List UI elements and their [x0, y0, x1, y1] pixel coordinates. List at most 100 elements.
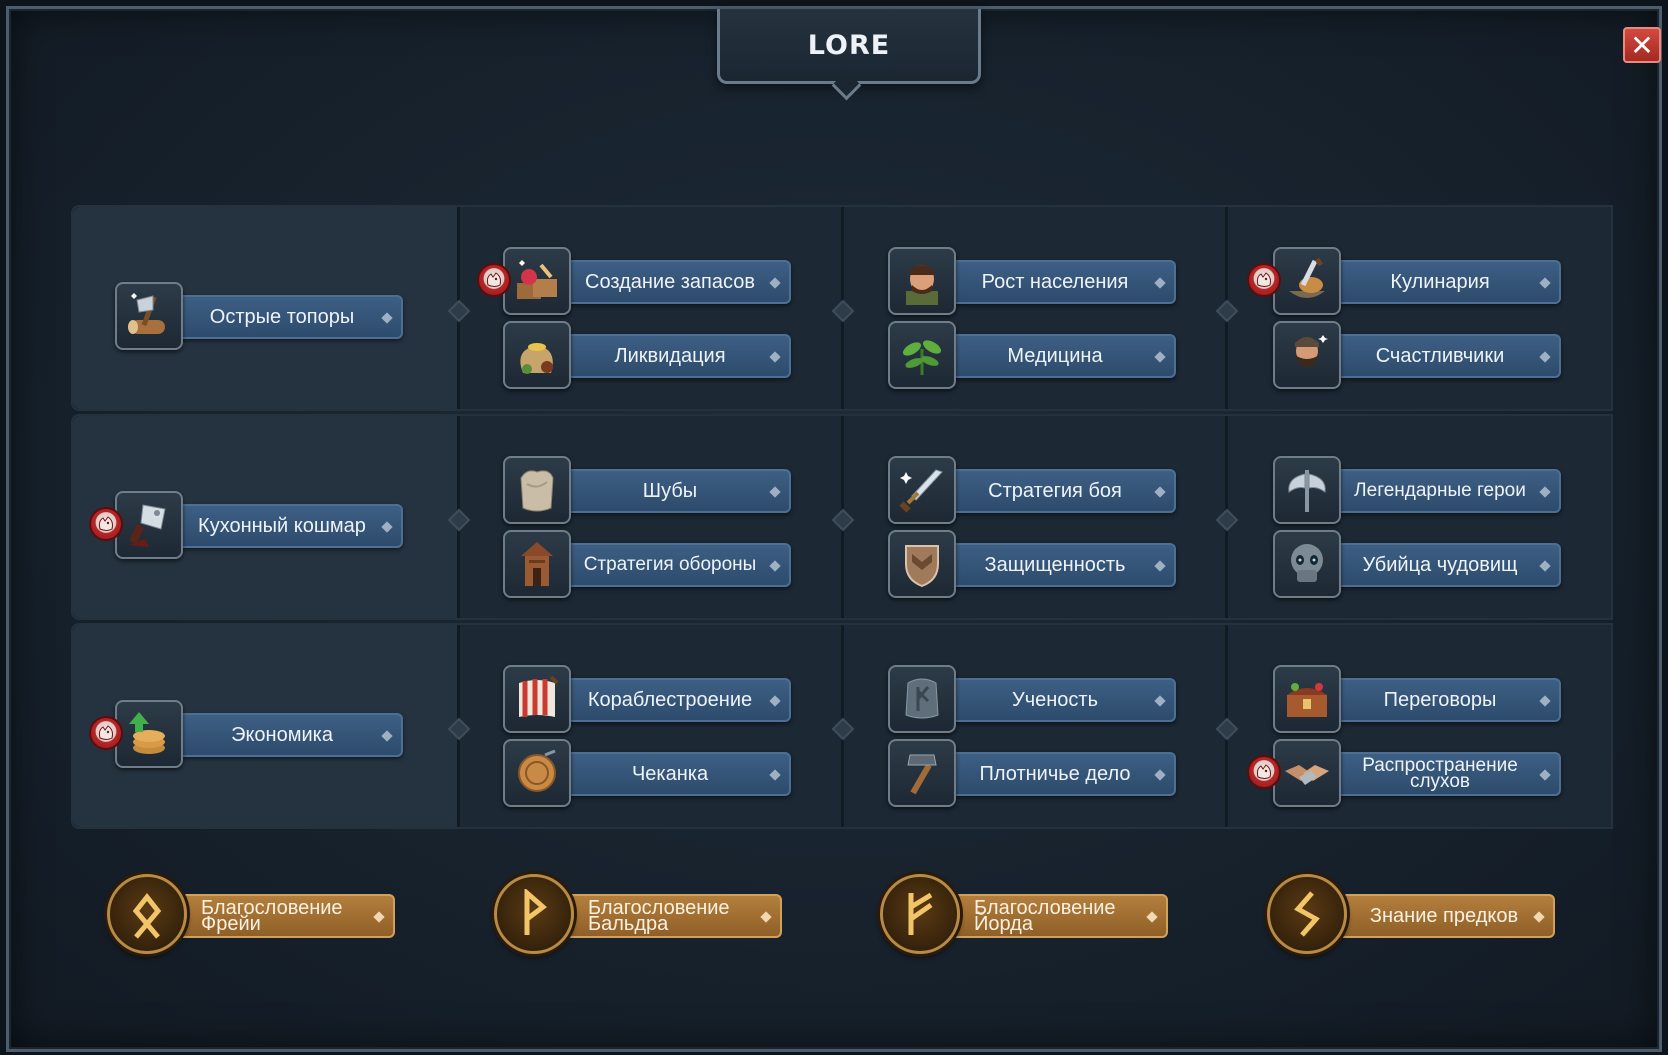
- lore-node-label[interactable]: Стратегия боя: [948, 469, 1176, 513]
- lore-node-text: Распространение слухов: [1362, 755, 1518, 792]
- lore-node[interactable]: Чеканка: [503, 739, 793, 809]
- sack-icon[interactable]: [503, 321, 571, 389]
- lore-node-label[interactable]: Ликвидация: [563, 334, 791, 378]
- plate-diamond: [1539, 769, 1551, 781]
- coins-up-icon[interactable]: [115, 700, 183, 768]
- coin-icon[interactable]: [503, 739, 571, 807]
- connector-diamond: [1215, 508, 1239, 532]
- lore-node-text: Стратегия боя: [988, 480, 1122, 502]
- lore-node-label[interactable]: Чеканка: [563, 752, 791, 796]
- blessing-node[interactable]: Благословение Бальдра: [494, 874, 794, 962]
- lore-node-text: Переговоры: [1383, 689, 1497, 711]
- lore-node-label[interactable]: Распространение слухов: [1333, 752, 1561, 796]
- lore-node-label[interactable]: Ученость: [948, 678, 1176, 722]
- plate-diamond: [760, 911, 772, 923]
- plate-diamond: [1154, 277, 1166, 289]
- lore-window: LORE ✕ Острые топоры Создание запасов Ликв…: [6, 6, 1662, 1052]
- bearded-viking-icon[interactable]: [1273, 321, 1341, 389]
- lore-node-label[interactable]: Легендарные герои: [1333, 469, 1561, 513]
- blessing-node[interactable]: Благословение Фрейи: [107, 874, 407, 962]
- wolf-badge-icon: [1247, 263, 1281, 297]
- rune-othala-icon[interactable]: [107, 874, 187, 954]
- lore-node[interactable]: Ликвидация: [503, 321, 793, 391]
- chest-icon[interactable]: [1273, 665, 1341, 733]
- lore-node-label[interactable]: Плотничье дело: [948, 752, 1176, 796]
- blessing-label[interactable]: Знание предков: [1335, 894, 1555, 938]
- lore-node[interactable]: Легендарные герои: [1273, 456, 1563, 526]
- ship-sail-icon[interactable]: [503, 665, 571, 733]
- lore-node[interactable]: Счастливчики: [1273, 321, 1563, 391]
- skull-icon[interactable]: [1273, 530, 1341, 598]
- runestone-icon[interactable]: [888, 665, 956, 733]
- lore-node[interactable]: Рост населения: [888, 247, 1178, 317]
- lore-node[interactable]: Стратегия боя: [888, 456, 1178, 526]
- cooking-icon[interactable]: [1273, 247, 1341, 315]
- plate-diamond: [1539, 486, 1551, 498]
- lore-node-label[interactable]: Создание запасов: [563, 260, 791, 304]
- plate-diamond: [1539, 560, 1551, 572]
- plate-diamond: [381, 730, 393, 742]
- lore-node-label[interactable]: Шубы: [563, 469, 791, 513]
- lore-node[interactable]: Экономика: [89, 700, 405, 770]
- blessing-label[interactable]: Благословение Фрейи: [175, 894, 395, 938]
- lore-node[interactable]: Кулинария: [1247, 247, 1563, 317]
- lore-node-text: Легендарные герои: [1354, 480, 1526, 501]
- close-button[interactable]: ✕: [1623, 27, 1661, 63]
- rune-sowilo-icon[interactable]: [1267, 874, 1347, 954]
- lore-node-label[interactable]: Кухонный кошмар: [175, 504, 403, 548]
- lore-node[interactable]: Переговоры: [1273, 665, 1563, 735]
- lore-node-text: Шубы: [642, 480, 698, 502]
- lore-node[interactable]: Создание запасов: [477, 247, 793, 317]
- lore-node-text: Счастливчики: [1375, 345, 1505, 367]
- rune-fehu-icon[interactable]: [880, 874, 960, 954]
- lore-node-text: Экономика: [231, 724, 333, 746]
- blessing-label[interactable]: Благословение Йорда: [948, 894, 1168, 938]
- lore-node[interactable]: Острые топоры: [115, 282, 405, 352]
- lore-node[interactable]: Распространение слухов: [1247, 739, 1563, 809]
- hammer-icon[interactable]: [888, 739, 956, 807]
- villager-icon[interactable]: [888, 247, 956, 315]
- wolf-badge-icon: [89, 507, 123, 541]
- lore-node-label[interactable]: Медицина: [948, 334, 1176, 378]
- axe-log-icon[interactable]: [115, 282, 183, 350]
- lore-node[interactable]: Защищенность: [888, 530, 1178, 600]
- lore-node[interactable]: Убийца чудовищ: [1273, 530, 1563, 600]
- plate-diamond: [1154, 351, 1166, 363]
- lore-node-label[interactable]: Счастливчики: [1333, 334, 1561, 378]
- lore-node-text: Чеканка: [631, 763, 709, 785]
- shield-icon[interactable]: [888, 530, 956, 598]
- lore-node[interactable]: Кораблестроение: [503, 665, 793, 735]
- lore-node-label[interactable]: Кораблестроение: [563, 678, 791, 722]
- rune-wunjo-icon[interactable]: [494, 874, 574, 954]
- blessing-node[interactable]: Благословение Йорда: [880, 874, 1180, 962]
- fur-icon[interactable]: [503, 456, 571, 524]
- lore-node[interactable]: Стратегия обороны: [503, 530, 793, 600]
- blessing-node[interactable]: Знание предков: [1267, 874, 1567, 962]
- lore-node-label[interactable]: Рост населения: [948, 260, 1176, 304]
- lore-node-label[interactable]: Экономика: [175, 713, 403, 757]
- blessing-label[interactable]: Благословение Бальдра: [562, 894, 782, 938]
- plate-diamond: [769, 560, 781, 572]
- double-axe-icon[interactable]: [1273, 456, 1341, 524]
- lore-node[interactable]: Ученость: [888, 665, 1178, 735]
- handshake-icon[interactable]: [1273, 739, 1341, 807]
- wolf-badge-icon: [1247, 755, 1281, 789]
- lore-node[interactable]: Плотничье дело: [888, 739, 1178, 809]
- blessing-text: Благословение Фрейи: [201, 897, 343, 935]
- tower-icon[interactable]: [503, 530, 571, 598]
- lore-node[interactable]: Кухонный кошмар: [89, 491, 405, 561]
- lore-node-label[interactable]: Переговоры: [1333, 678, 1561, 722]
- lore-node[interactable]: Медицина: [888, 321, 1178, 391]
- supplies-icon[interactable]: [503, 247, 571, 315]
- lore-node-label[interactable]: Защищенность: [948, 543, 1176, 587]
- lore-node-label[interactable]: Острые топоры: [175, 295, 403, 339]
- lore-node-label[interactable]: Убийца чудовищ: [1333, 543, 1561, 587]
- lore-node-label[interactable]: Стратегия обороны: [563, 543, 791, 587]
- plate-diamond: [1154, 486, 1166, 498]
- lore-node-label[interactable]: Кулинария: [1333, 260, 1561, 304]
- lore-node[interactable]: Шубы: [503, 456, 793, 526]
- herb-icon[interactable]: [888, 321, 956, 389]
- lore-node-text: Кораблестроение: [587, 689, 753, 711]
- sword-icon[interactable]: [888, 456, 956, 524]
- cleaver-icon[interactable]: [115, 491, 183, 559]
